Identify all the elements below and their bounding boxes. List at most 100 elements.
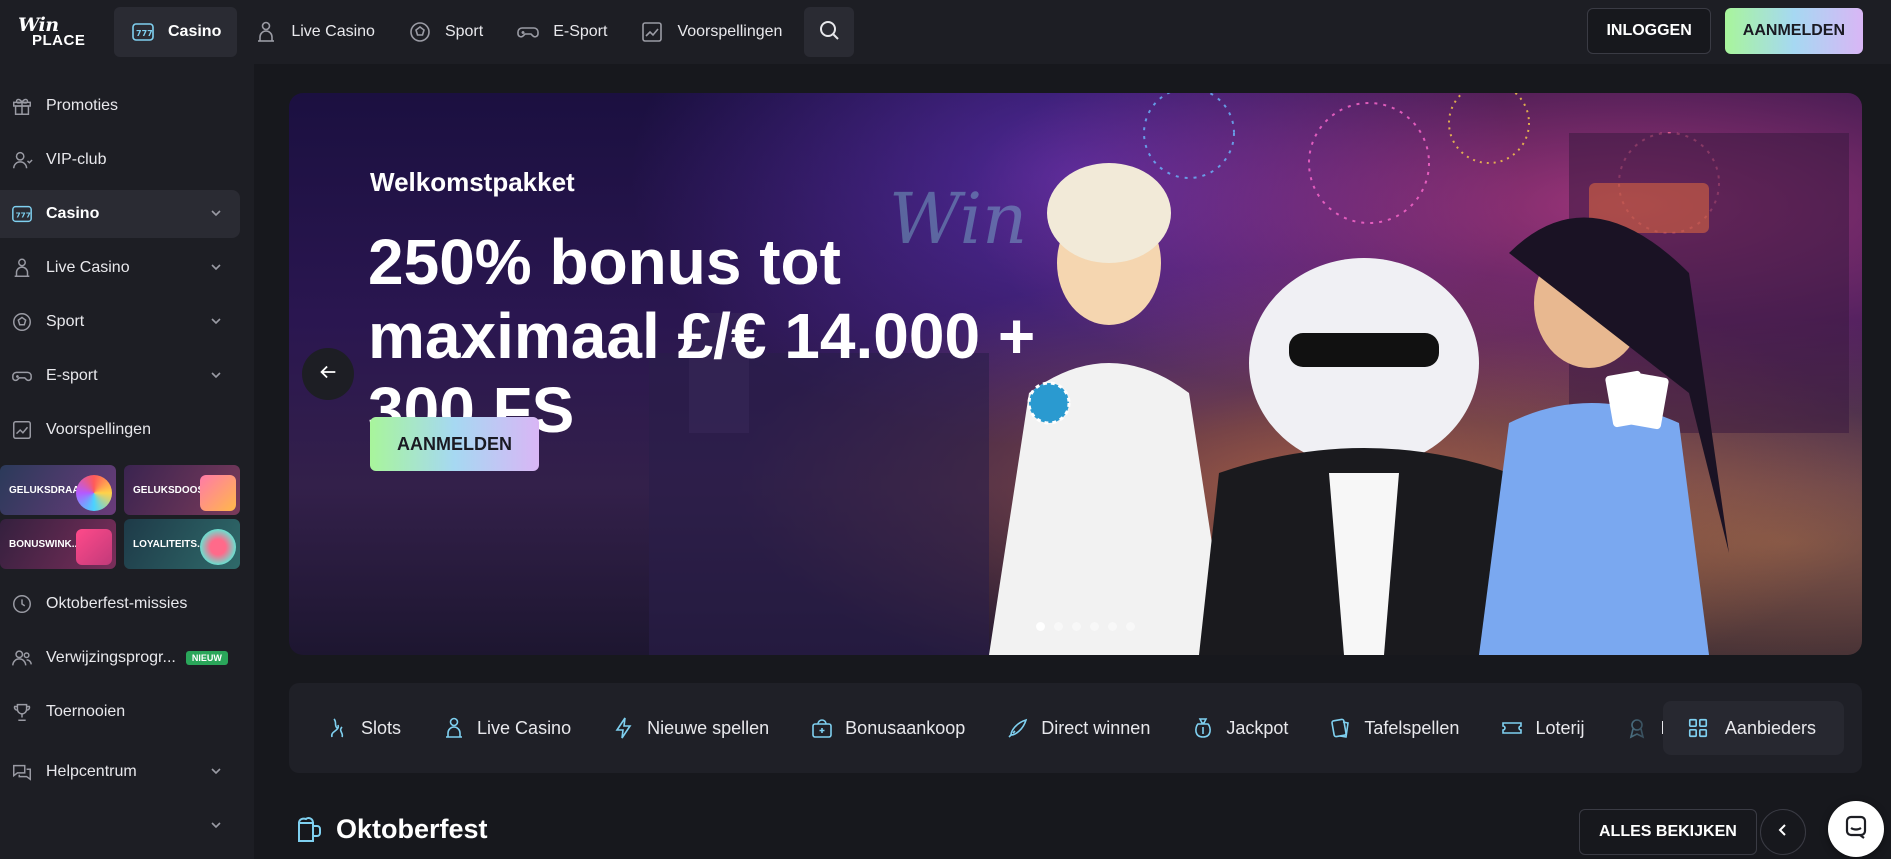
logo-text-place: PLACE [32,31,86,49]
carousel-dot[interactable] [1072,622,1081,631]
chevron-down-icon[interactable] [210,368,222,386]
promo-tile-lucky-box[interactable]: GELUKSDOOS [124,465,240,515]
sidebar-item-help-center[interactable]: Helpcentrum [0,748,240,796]
dealer-icon [253,19,279,45]
nav-sport[interactable]: Sport [391,7,499,57]
hero-prev-button[interactable] [302,348,354,400]
sidebar-item-label: Sport [46,313,85,330]
sidebar-item-oktoberfest-missions[interactable]: Oktoberfest-missies [0,580,240,628]
gift-box-icon [200,475,236,511]
chevron-down-icon[interactable] [210,818,222,836]
hero-banner[interactable]: Win Welkomstpakket 250% bonus tot maxima… [289,93,1862,655]
promo-tile-label: GELUKSDOOS [133,484,205,496]
category-table-games[interactable]: Tafelspellen [1328,715,1459,741]
category-bonus-buy[interactable]: Bonusaankoop [809,715,965,741]
nav-esport[interactable]: E-Sport [499,7,623,57]
sidebar-item-tournaments[interactable]: Toernooien [0,688,240,736]
section-title: Oktoberfest [292,812,488,846]
promo-tile-label: LOYALITEITS... [133,538,206,550]
sidebar-item-sport[interactable]: Sport [0,298,240,346]
chevron-down-icon[interactable] [210,764,222,782]
signup-button[interactable]: AANMELDEN [1724,8,1863,54]
section-title-text: Oktoberfest [336,813,488,844]
search-icon [817,18,841,47]
dealer-icon [441,715,467,741]
sidebar: Promoties VIP-club 777 Casino Live Casin… [0,64,254,859]
sidebar-item-label: Voorspellingen [46,421,151,438]
winplace-logo[interactable]: Win PLACE [0,0,100,64]
chevron-down-icon[interactable] [210,206,222,224]
chevron-down-icon[interactable] [210,314,222,332]
category-new-games[interactable]: Nieuwe spellen [611,715,769,741]
nav-predictions[interactable]: Voorspellingen [623,7,798,57]
chat-bubbles-icon [10,760,34,784]
casino-777-icon: 777 [10,202,34,226]
sidebar-item-more[interactable] [0,802,240,850]
gamepad-icon [10,364,34,388]
hero-title: Welkomstpakket [370,167,575,197]
svg-text:777: 777 [16,211,31,220]
main-nav: 777 Casino Live Casino Sport E-Sport Voo… [114,0,855,64]
carousel-dot[interactable] [1126,622,1135,631]
sidebar-item-predictions[interactable]: Voorspellingen [0,406,240,454]
soccer-ball-icon [407,19,433,45]
search-button[interactable] [804,7,855,57]
category-jackpot[interactable]: Jackpot [1190,715,1288,741]
nav-casino[interactable]: 777 Casino [114,7,238,57]
nav-live-casino[interactable]: Live Casino [237,7,391,57]
providers-button[interactable]: Aanbieders [1662,701,1844,755]
sidebar-item-esport[interactable]: E-sport [0,352,240,400]
providers-label: Aanbieders [1724,717,1816,738]
category-label: Nieuwe spellen [647,717,770,738]
category-label: Tafelspellen [1364,717,1460,738]
category-slots[interactable]: Slots [325,715,401,741]
sidebar-item-vip-club[interactable]: VIP-club [0,136,240,184]
category-label: Slots [361,717,402,738]
promo-tile-loyalty[interactable]: LOYALITEITS... [124,519,240,569]
carousel-dot[interactable] [1090,622,1099,631]
chart-icon [639,19,665,45]
category-label: Bonusaankoop [845,717,966,738]
live-chat-button[interactable] [1828,801,1884,857]
chevron-down-icon[interactable] [210,260,222,278]
arrow-left-icon [317,361,339,388]
sidebar-item-referral[interactable]: Verwijzingsprogr... NIEUW [0,634,240,682]
slots-icon [325,715,351,741]
top-header: Win PLACE 777 Casino Live Casino Sport E [0,0,1891,64]
nav-casino-label: Casino [168,23,222,40]
category-fade [1592,683,1662,773]
hero-signup-button[interactable]: AANMELDEN [370,417,539,471]
nav-predictions-label: Voorspellingen [677,23,783,40]
login-button[interactable]: INLOGGEN [1587,8,1711,54]
promo-tile-bonus-shop[interactable]: BONUSWINK... [0,519,116,569]
carousel-dot[interactable] [1108,622,1117,631]
gamepad-icon [515,19,541,45]
carousel-dots [1036,622,1135,631]
sidebar-item-live-casino[interactable]: Live Casino [0,244,240,292]
carousel-dot[interactable] [1054,622,1063,631]
sidebar-item-label: Toernooien [46,703,126,720]
sidebar-item-promotions[interactable]: Promoties [0,82,240,130]
carousel-dot[interactable] [1036,622,1045,631]
sidebar-item-casino[interactable]: 777 Casino [0,190,240,238]
category-label: Jackpot [1226,717,1289,738]
category-label: Loterij [1535,717,1585,738]
section-prev-button[interactable] [1760,809,1806,855]
lightning-icon [611,715,637,741]
view-all-button[interactable]: ALLES BEKIJKEN [1579,809,1757,855]
vip-user-icon [10,148,34,172]
category-live-casino[interactable]: Live Casino [441,715,571,741]
promo-tile-lucky-wheel[interactable]: GELUKSDRAAI [0,465,116,515]
casino-777-icon: 777 [130,19,156,45]
rocket-icon [1005,715,1031,741]
sidebar-item-label: Live Casino [46,259,130,276]
category-instant-win[interactable]: Direct winnen [1005,715,1150,741]
category-label: Live Casino [477,717,572,738]
nav-live-casino-label: Live Casino [291,23,375,40]
category-lottery[interactable]: Loterij [1499,715,1584,741]
promo-tile-label: BONUSWINK... [9,538,81,550]
sidebar-item-label: VIP-club [46,151,107,168]
chevron-left-icon [1776,823,1790,842]
chat-icon [1842,813,1870,846]
hero-headline: 250% bonus tot maximaal £/€ 14.000 + 300… [368,226,1036,446]
